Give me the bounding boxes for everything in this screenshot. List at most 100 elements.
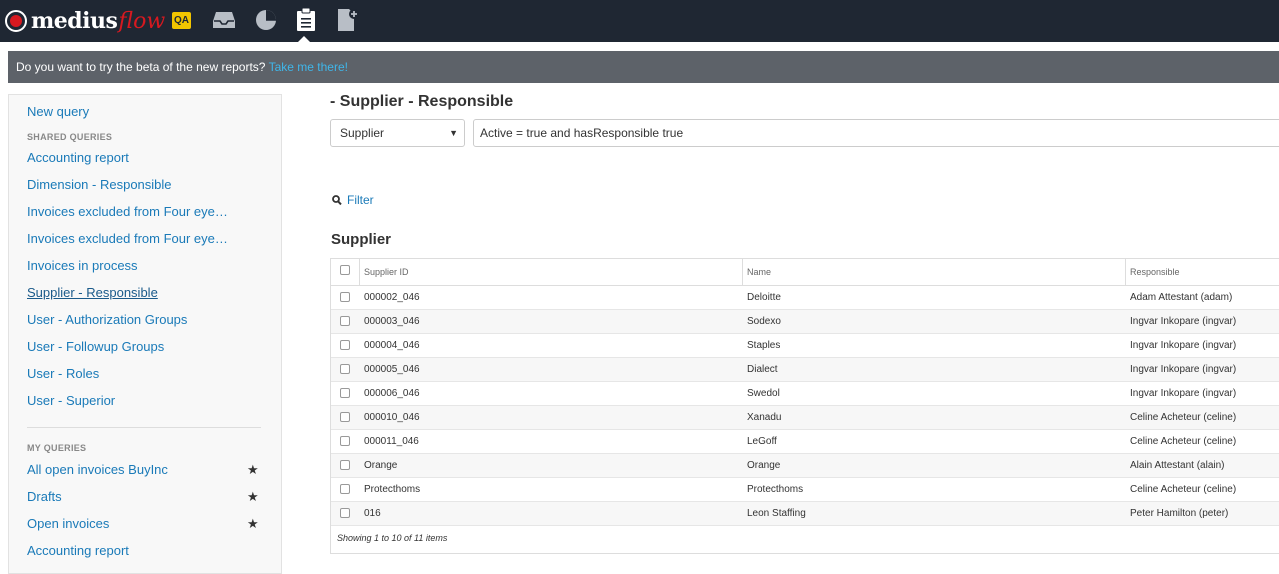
sidebar-item-my-accounting-report[interactable]: Accounting report: [27, 543, 129, 558]
supplier-id-cell: 000006_046: [364, 388, 420, 399]
active-nav-caret: [298, 36, 310, 42]
my-queries-heading: MY QUERIES: [27, 443, 87, 453]
sidebar-item-invoices-excluded-1[interactable]: Invoices excluded from Four eye…: [27, 204, 228, 219]
beta-reports-banner: Do you want to try the beta of the new r…: [8, 51, 1279, 83]
row-checkbox[interactable]: [340, 460, 350, 470]
star-icon[interactable]: ★: [247, 516, 259, 532]
sidebar-item-invoices-in-process[interactable]: Invoices in process: [27, 258, 138, 273]
star-icon[interactable]: ★: [247, 489, 259, 505]
supplier-id-cell: 000010_046: [364, 412, 420, 423]
responsible-cell: Alain Attestant (alain): [1130, 460, 1225, 471]
sidebar-item-all-open-invoices-buyinc[interactable]: All open invoices BuyInc: [27, 462, 168, 477]
filter-button[interactable]: Filter: [332, 193, 374, 207]
column-header-supplier-id[interactable]: Supplier ID: [360, 259, 742, 285]
supplier-name-cell: Protecthoms: [747, 484, 804, 495]
take-me-there-link[interactable]: Take me there!: [269, 60, 348, 74]
banner-text: Do you want to try the beta of the new r…: [16, 60, 266, 74]
entity-select-value: Supplier: [340, 126, 385, 140]
reports-icon[interactable]: [294, 8, 318, 32]
shared-queries-heading: SHARED QUERIES: [27, 132, 113, 142]
supplier-id-cell: 000003_046: [364, 316, 420, 327]
row-checkbox[interactable]: [340, 340, 350, 350]
supplier-name-cell: Leon Staffing: [747, 508, 806, 519]
sidebar-item-user-superior[interactable]: User - Superior: [27, 393, 115, 408]
supplier-id-cell: Protecthoms: [364, 484, 421, 495]
responsible-cell: Ingvar Inkopare (ingvar): [1130, 340, 1237, 351]
table-row[interactable]: 000010_046 Xanadu Celine Acheteur (celin…: [331, 406, 1279, 430]
select-all-checkbox[interactable]: [340, 265, 350, 275]
environment-badge: QA: [172, 12, 191, 29]
row-checkbox[interactable]: [340, 292, 350, 302]
supplier-name-cell: LeGoff: [747, 436, 777, 447]
table-row[interactable]: Orange Orange Alain Attestant (alain): [331, 454, 1279, 478]
page-title: - Supplier - Responsible: [330, 93, 514, 110]
supplier-name-cell: Swedol: [747, 388, 780, 399]
inbox-icon[interactable]: [212, 8, 236, 32]
responsible-cell: Ingvar Inkopare (ingvar): [1130, 316, 1237, 327]
sidebar-divider: [27, 427, 261, 428]
logo-brand-text: medius: [31, 8, 118, 34]
new-query-link[interactable]: New query: [27, 104, 89, 119]
supplier-name-cell: Xanadu: [747, 412, 782, 423]
sidebar-item-drafts[interactable]: Drafts: [27, 489, 62, 504]
pagination-info: Showing 1 to 10 of 11 items: [337, 533, 448, 543]
row-checkbox[interactable]: [340, 388, 350, 398]
responsible-cell: Celine Acheteur (celine): [1130, 484, 1237, 495]
top-navigation-bar: medius flow QA: [0, 0, 1279, 42]
star-icon[interactable]: ★: [247, 462, 259, 478]
row-checkbox[interactable]: [340, 412, 350, 422]
table-row[interactable]: 000011_046 LeGoff Celine Acheteur (celin…: [331, 430, 1279, 454]
table-row[interactable]: 016 Leon Staffing Peter Hamilton (peter): [331, 502, 1279, 526]
sidebar-item-dimension-responsible[interactable]: Dimension - Responsible: [27, 177, 172, 192]
column-header-responsible[interactable]: Responsible: [1126, 259, 1279, 285]
responsible-cell: Celine Acheteur (celine): [1130, 412, 1237, 423]
table-row[interactable]: 000002_046 Deloitte Adam Attestant (adam…: [331, 286, 1279, 310]
supplier-id-cell: 000002_046: [364, 292, 420, 303]
row-checkbox[interactable]: [340, 436, 350, 446]
supplier-id-cell: 016: [364, 508, 381, 519]
responsible-cell: Peter Hamilton (peter): [1130, 508, 1229, 519]
table-row[interactable]: 000006_046 Swedol Ingvar Inkopare (ingva…: [331, 382, 1279, 406]
supplier-name-cell: Deloitte: [747, 292, 781, 303]
entity-type-select[interactable]: Supplier ▼: [330, 119, 465, 147]
supplier-id-cell: Orange: [364, 460, 398, 471]
dropdown-caret-icon: ▼: [449, 128, 458, 138]
medius-flow-logo[interactable]: medius flow: [5, 7, 165, 35]
logo-product-text: flow: [118, 8, 166, 34]
query-expression-input[interactable]: Active = true and hasResponsible true: [473, 119, 1279, 147]
sidebar-item-user-authorization-groups[interactable]: User - Authorization Groups: [27, 312, 187, 327]
search-icon: [332, 194, 342, 205]
responsible-cell: Ingvar Inkopare (ingvar): [1130, 364, 1237, 375]
sidebar-item-user-followup-groups[interactable]: User - Followup Groups: [27, 339, 164, 354]
new-document-icon[interactable]: [336, 8, 360, 32]
responsible-cell: Ingvar Inkopare (ingvar): [1130, 388, 1237, 399]
supplier-results-table: Supplier ID Name Responsible 000002_046 …: [330, 258, 1279, 554]
table-row[interactable]: Protecthoms Protecthoms Celine Acheteur …: [331, 478, 1279, 502]
table-row[interactable]: 000003_046 Sodexo Ingvar Inkopare (ingva…: [331, 310, 1279, 334]
column-header-name[interactable]: Name: [743, 259, 1125, 285]
sidebar-item-accounting-report[interactable]: Accounting report: [27, 150, 129, 165]
table-row[interactable]: 000004_046 Staples Ingvar Inkopare (ingv…: [331, 334, 1279, 358]
sidebar-item-user-roles[interactable]: User - Roles: [27, 366, 99, 381]
table-row[interactable]: 000005_046 Dialect Ingvar Inkopare (ingv…: [331, 358, 1279, 382]
supplier-id-cell: 000004_046: [364, 340, 420, 351]
sidebar-item-invoices-excluded-2[interactable]: Invoices excluded from Four eye…: [27, 231, 228, 246]
table-header-row: Supplier ID Name Responsible: [331, 259, 1279, 286]
supplier-name-cell: Sodexo: [747, 316, 781, 327]
supplier-id-cell: 000005_046: [364, 364, 420, 375]
query-sidebar: New query SHARED QUERIES Accounting repo…: [8, 94, 282, 574]
logo-mark-icon: [5, 10, 27, 32]
supplier-name-cell: Dialect: [747, 364, 778, 375]
row-checkbox[interactable]: [340, 364, 350, 374]
sidebar-item-supplier-responsible[interactable]: Supplier - Responsible: [27, 285, 158, 300]
row-checkbox[interactable]: [340, 484, 350, 494]
row-checkbox[interactable]: [340, 508, 350, 518]
analytics-icon[interactable]: [254, 8, 278, 32]
results-section-title: Supplier: [331, 231, 392, 248]
responsible-cell: Adam Attestant (adam): [1130, 292, 1233, 303]
row-checkbox[interactable]: [340, 316, 350, 326]
supplier-name-cell: Orange: [747, 460, 781, 471]
sidebar-item-open-invoices[interactable]: Open invoices: [27, 516, 109, 531]
responsible-cell: Celine Acheteur (celine): [1130, 436, 1237, 447]
filter-label: Filter: [347, 193, 374, 207]
